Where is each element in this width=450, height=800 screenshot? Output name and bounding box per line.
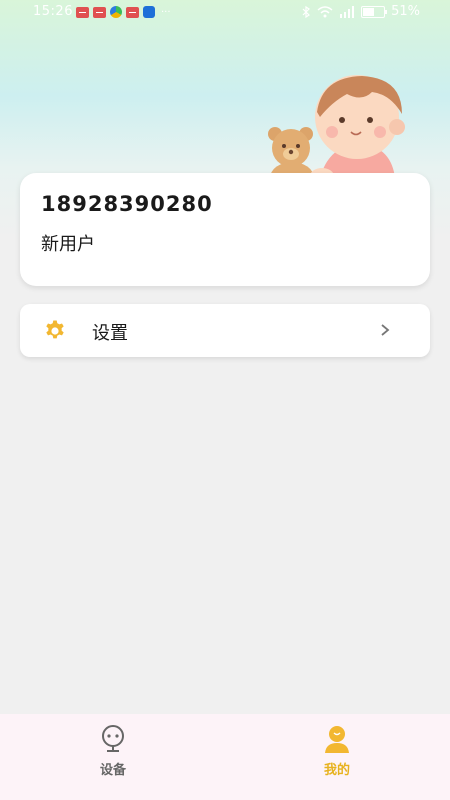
status-time: 15:26 (33, 4, 73, 19)
tab-mine-label: 我的 (323, 763, 350, 778)
gear-icon (46, 320, 64, 339)
notification-app-icon (93, 6, 106, 18)
notification-app-icon (143, 6, 155, 18)
user-icon (325, 726, 349, 753)
signal-icon (340, 5, 355, 18)
status-bar: 15:26 ··· 51% (0, 0, 450, 24)
tab-devices-label: 设备 (99, 763, 126, 778)
bottom-tab-bar: 设备 我的 (0, 714, 450, 800)
notification-app-icon (126, 6, 139, 18)
phone-number: 18928390280 (41, 192, 213, 216)
device-face-icon (102, 725, 124, 752)
system-icons: 51% (301, 4, 420, 19)
battery-percent: 51% (391, 4, 420, 19)
tab-devices[interactable]: 设备 (78, 724, 148, 778)
settings-row[interactable]: 设置 (20, 304, 430, 357)
wifi-icon (317, 5, 333, 17)
more-notifications-icon: ··· (161, 6, 171, 18)
notification-app-icon (76, 6, 89, 18)
chevron-right-icon (381, 324, 390, 336)
battery-icon (361, 5, 388, 18)
notification-icons: ··· (76, 6, 171, 18)
bluetooth-icon (302, 5, 311, 18)
user-nickname: 新用户 (41, 234, 95, 255)
notification-app-icon (110, 6, 122, 18)
profile-card[interactable]: 18928390280 新用户 (20, 173, 430, 286)
tab-mine[interactable]: 我的 (302, 724, 372, 778)
settings-label: 设置 (92, 323, 128, 344)
